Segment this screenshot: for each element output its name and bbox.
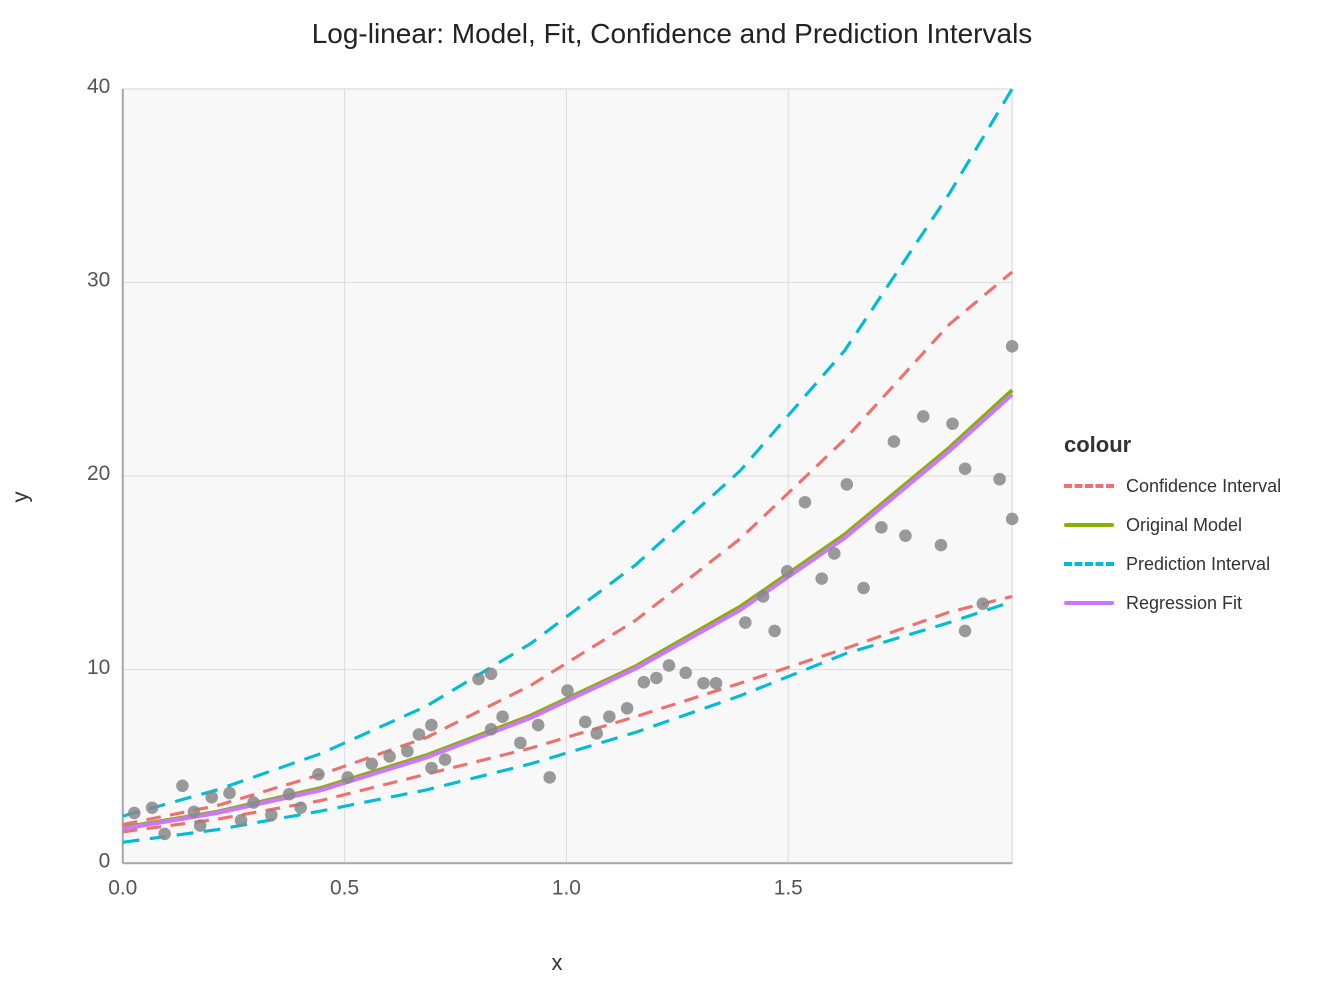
original-model-line xyxy=(1064,523,1114,527)
prediction-interval-label: Prediction Interval xyxy=(1126,554,1270,575)
prediction-interval-line xyxy=(1064,562,1114,566)
chart-svg: 0 10 20 30 40 0.0 0.5 1.0 1.5 xyxy=(60,68,1054,926)
svg-text:0.5: 0.5 xyxy=(330,877,359,900)
svg-text:0: 0 xyxy=(99,849,111,872)
legend-item-pi: Prediction Interval xyxy=(1064,554,1314,575)
svg-text:30: 30 xyxy=(87,269,110,292)
chart-body: y x 0 10 xyxy=(0,58,1344,986)
confidence-interval-line xyxy=(1064,484,1114,488)
svg-text:40: 40 xyxy=(87,75,110,98)
legend-title: colour xyxy=(1064,432,1314,458)
legend-item-rf: Regression Fit xyxy=(1064,593,1314,614)
svg-text:1.5: 1.5 xyxy=(774,877,803,900)
chart-container: Log-linear: Model, Fit, Confidence and P… xyxy=(0,0,1344,960)
regression-fit-line xyxy=(1064,601,1114,605)
y-axis-label: y xyxy=(8,491,34,502)
x-axis-label: x xyxy=(552,950,563,976)
chart-area: y x 0 10 xyxy=(60,68,1054,926)
svg-text:20: 20 xyxy=(87,462,110,485)
legend-item-om: Original Model xyxy=(1064,515,1314,536)
chart-title: Log-linear: Model, Fit, Confidence and P… xyxy=(312,18,1033,50)
regression-fit-label: Regression Fit xyxy=(1126,593,1242,614)
confidence-interval-label: Confidence Interval xyxy=(1126,476,1281,497)
original-model-label: Original Model xyxy=(1126,515,1242,536)
svg-text:0.0: 0.0 xyxy=(108,877,137,900)
svg-text:1.0: 1.0 xyxy=(552,877,581,900)
legend-panel: colour Confidence Interval Original Mode… xyxy=(1064,58,1344,986)
svg-text:10: 10 xyxy=(87,656,110,679)
legend-item-ci: Confidence Interval xyxy=(1064,476,1314,497)
